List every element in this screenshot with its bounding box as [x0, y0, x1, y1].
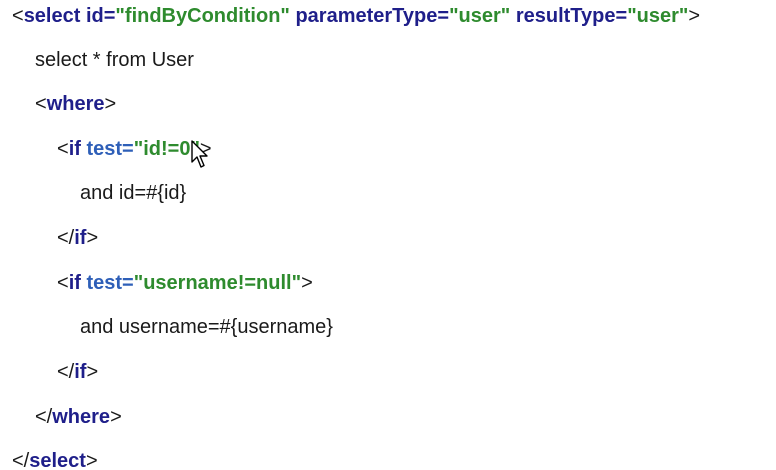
tag-select: select — [23, 5, 81, 27]
code-line-if-close: </if> — [57, 226, 98, 250]
attr-test: test= — [80, 138, 134, 160]
tag-if: if — [68, 272, 81, 294]
attr-id: id= — [80, 5, 116, 27]
code-line-and-id: and id=#{id} — [80, 182, 187, 204]
angle-open: < — [57, 138, 69, 160]
code-line-select-close: </select> — [12, 449, 98, 470]
angle-open: </ — [57, 361, 75, 383]
code-line-sql-select: select * from User — [35, 49, 194, 71]
tag-select: select — [29, 450, 86, 470]
angle-close: > — [86, 227, 99, 249]
tag-if: if — [74, 227, 87, 249]
angle-close: > — [104, 93, 117, 115]
value-result-type: "user" — [627, 5, 689, 27]
value-id: "findByCondition" — [115, 5, 290, 27]
code-line-where-close: </where> — [35, 405, 122, 429]
tag-where: where — [52, 406, 111, 428]
code-line-and-username: and username=#{username} — [80, 316, 333, 338]
attr-result-type: resultType= — [510, 5, 628, 27]
code-line-if-id-open: <if test="id!=0"> — [57, 137, 212, 161]
angle-open: </ — [35, 406, 53, 428]
tag-if: if — [68, 138, 81, 160]
angle-close: > — [85, 450, 98, 470]
angle-open: < — [12, 5, 24, 27]
angle-open: </ — [12, 450, 30, 470]
code-line-if-close: </if> — [57, 360, 98, 384]
attr-test: test= — [80, 272, 134, 294]
code-slide: <select id="findByCondition" parameterTy… — [0, 0, 776, 470]
tag-if: if — [74, 361, 87, 383]
angle-close: > — [688, 5, 701, 27]
value-parameter-type: "user" — [449, 5, 511, 27]
code-line-if-username-open: <if test="username!=null"> — [57, 271, 313, 295]
angle-open: </ — [57, 227, 75, 249]
angle-open: < — [35, 93, 47, 115]
value-test-id: "id!=0" — [133, 138, 200, 160]
angle-close: > — [110, 406, 122, 428]
attr-parameter-type: parameterType= — [289, 5, 450, 27]
angle-open: < — [57, 272, 69, 294]
angle-close: > — [301, 272, 313, 294]
angle-close: > — [86, 361, 99, 383]
code-line-select-open: <select id="findByCondition" parameterTy… — [12, 4, 700, 28]
value-test-username: "username!=null" — [133, 272, 302, 294]
code-line-where-open: <where> — [35, 92, 116, 116]
tag-where: where — [46, 93, 105, 115]
mouse-pointer-icon — [191, 140, 208, 168]
